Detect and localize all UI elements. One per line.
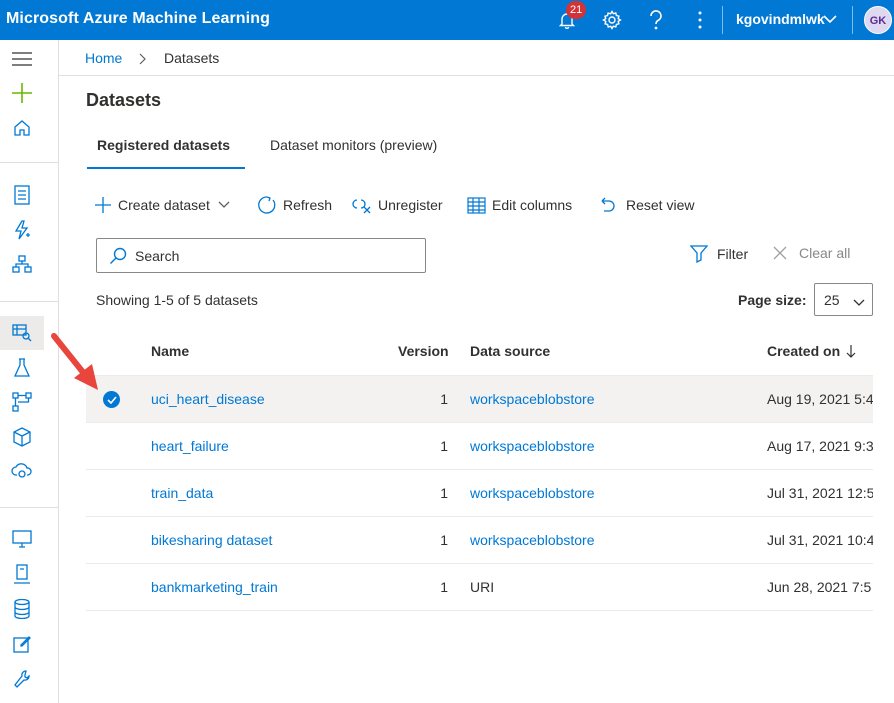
table-row[interactable]: heart_failure 1 workspaceblobstore Aug 1… [86,423,873,470]
clear-all-button[interactable]: Clear all [773,245,850,261]
create-dataset-button[interactable]: Create dataset [94,193,236,217]
dataset-name-link[interactable]: bankmarketing_train [151,579,278,595]
table-row[interactable]: bankmarketing_train 1 URI Jun 28, 2021 7… [86,564,873,611]
datasets-icon[interactable] [0,316,44,350]
dataset-version: 1 [440,579,448,595]
home-icon[interactable] [0,111,44,145]
column-header-data-source[interactable]: Data source [470,343,550,359]
chevron-down-icon [218,201,230,208]
page-size-select[interactable]: 25 [814,283,873,316]
table-icon [467,196,486,214]
wrench-icon[interactable] [0,662,44,696]
data-source-link[interactable]: workspaceblobstore [470,438,595,454]
create-dataset-label: Create dataset [118,197,210,213]
edit-columns-label: Edit columns [492,197,573,213]
avatar[interactable]: GK [864,6,892,34]
app-title[interactable]: Microsoft Azure Machine Learning [6,10,270,28]
notification-badge: 21 [566,1,587,19]
data-source-link[interactable]: workspaceblobstore [470,391,595,407]
column-header-name[interactable]: Name [151,343,189,359]
checkmark-icon[interactable] [103,391,120,408]
dataset-version: 1 [440,532,448,548]
monitor-icon[interactable] [0,522,44,556]
clear-all-label: Clear all [799,245,851,261]
cloud-icon[interactable] [0,454,44,488]
dataset-name-link[interactable]: train_data [151,485,213,501]
divider [722,6,723,34]
column-header-created-on[interactable]: Created on [767,343,840,359]
breadcrumb-current: Datasets [164,50,220,66]
dataset-version: 1 [440,485,448,501]
unregister-icon [352,199,371,214]
cube-icon[interactable] [0,420,44,454]
dataset-name-link[interactable]: bikesharing dataset [151,532,272,548]
plus-icon[interactable] [0,76,44,110]
computer-icon[interactable] [0,557,44,591]
chevron-right-icon [139,52,147,70]
data-source-text: URI [470,579,495,595]
tab-dataset-monitors[interactable]: Dataset monitors (preview) [270,137,437,153]
dataset-name-link[interactable]: uci_heart_disease [151,391,265,407]
arrow-down-icon [846,344,856,363]
unregister-button[interactable]: Unregister [352,193,443,217]
username[interactable]: kgovindmlwk [736,11,825,27]
table-header: Name Version Data source Created on [86,329,873,376]
refresh-button[interactable]: Refresh [257,193,332,217]
refresh-label: Refresh [283,197,333,213]
breadcrumb-home[interactable]: Home [85,50,122,66]
lightning-icon[interactable] [0,213,44,247]
annotation-arrow-icon [51,333,98,390]
search-input[interactable] [135,245,415,267]
pipeline-icon[interactable] [0,385,44,419]
reset-view-label: Reset view [626,197,695,213]
chevron-down-icon [853,294,865,310]
results-summary: Showing 1-5 of 5 datasets [96,292,258,308]
undo-icon [601,197,615,212]
dataset-version: 1 [440,438,448,454]
page-title: Datasets [86,90,162,110]
top-bar: Microsoft Azure Machine Learning 21 kgov… [0,0,894,40]
filter-label: Filter [717,246,749,262]
reset-view-button[interactable]: Reset view [598,193,694,217]
table-row[interactable]: uci_heart_disease 1 workspaceblobstore A… [86,376,873,423]
chevron-down-icon[interactable] [823,12,837,31]
close-icon [773,246,787,260]
breadcrumb: Home Datasets [59,40,894,76]
notebook-icon[interactable] [0,178,44,212]
edit-columns-button[interactable]: Edit columns [467,193,572,217]
edit-icon[interactable] [0,627,44,661]
help-icon[interactable] [642,6,670,34]
divider [852,6,853,34]
data-source-link[interactable]: workspaceblobstore [470,485,595,501]
tab-registered-datasets[interactable]: Registered datasets [97,137,230,153]
refresh-icon [258,196,276,214]
flask-icon[interactable] [0,351,44,385]
hierarchy-icon[interactable] [0,247,44,281]
column-header-version[interactable]: Version [398,343,449,359]
created-on: Aug 17, 2021 9:3 [767,438,873,454]
filter-icon [690,245,708,263]
search-box[interactable] [96,238,426,273]
more-icon[interactable] [686,6,714,34]
dataset-version: 1 [440,391,448,407]
search-icon [109,247,127,270]
tab-active-indicator [87,167,245,169]
created-on: Aug 19, 2021 5:4 [767,391,873,407]
created-on: Jul 31, 2021 10:4 [767,532,873,548]
created-on: Jul 31, 2021 12:5 [767,485,873,501]
gear-icon[interactable] [598,6,626,34]
filter-button[interactable]: Filter [690,245,748,263]
created-on: Jun 28, 2021 7:5 [767,579,872,595]
database-icon[interactable] [0,592,44,626]
page-size-value: 25 [824,292,840,308]
dataset-name-link[interactable]: heart_failure [151,438,229,454]
page-size-label: Page size: [738,292,807,308]
unregister-label: Unregister [378,197,443,213]
table-row[interactable]: bikesharing dataset 1 workspaceblobstore… [86,517,873,564]
table-row[interactable]: train_data 1 workspaceblobstore Jul 31, … [86,470,873,517]
plus-icon [95,197,111,213]
data-source-link[interactable]: workspaceblobstore [470,532,595,548]
hamburger-icon[interactable] [0,42,44,76]
